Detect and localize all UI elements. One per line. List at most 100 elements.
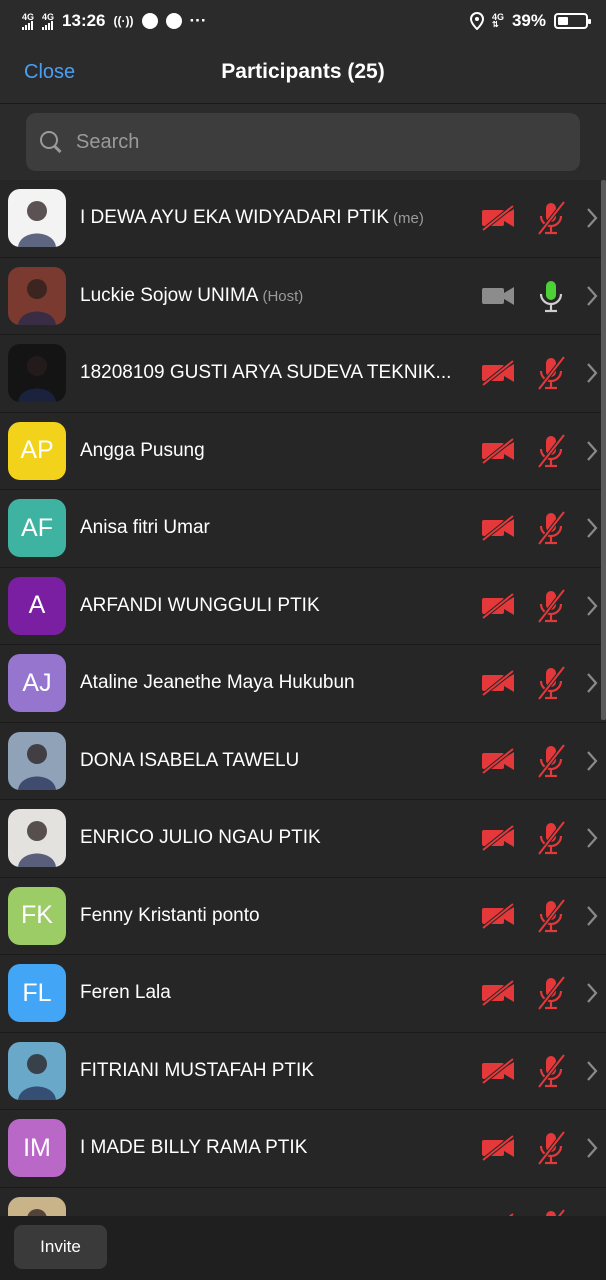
avatar: FL [8,964,66,1023]
chevron-right-icon[interactable] [586,672,598,694]
chevron-right-icon[interactable] [586,750,598,772]
network-type-label: 4G [22,11,35,22]
participant-row[interactable] [0,1188,606,1216]
chevron-right-icon[interactable] [586,440,598,462]
chevron-right-icon[interactable] [586,207,598,229]
mic-muted-icon[interactable] [536,975,566,1011]
video-off-icon[interactable] [480,669,516,697]
page-title: Participants (25) [221,60,385,83]
avatar [8,1196,66,1216]
cellular-signal-icon: 4G [22,11,35,30]
participant-row[interactable]: FITRIANI MUSTAFAH PTIK [0,1033,606,1110]
video-icon[interactable] [480,282,516,310]
network-type-label-2: 4G [42,11,55,22]
participant-name: ENRICO JULIO NGAU PTIK [80,827,321,849]
search-input[interactable] [76,130,536,154]
participant-row[interactable]: FK Fenny Kristanti ponto [0,878,606,955]
participant-name-wrap: Luckie Sojow UNIMA (Host) [80,285,470,307]
participant-name: I DEWA AYU EKA WIDYADARI PTIK [80,207,389,229]
participant-controls [480,1033,598,1110]
mic-muted-icon[interactable] [536,820,566,856]
mic-muted-icon[interactable] [536,665,566,701]
video-off-icon[interactable] [480,437,516,465]
participant-role-tag: (Host) [262,287,304,305]
participant-name-wrap: FITRIANI MUSTAFAH PTIK [80,1060,470,1082]
search-box[interactable] [26,113,580,171]
participant-name-wrap: Feren Lala [80,982,470,1004]
avatar [8,809,66,868]
battery-icon [554,13,591,29]
participant-row[interactable]: Luckie Sojow UNIMA (Host) [0,258,606,335]
avatar-initials: IM [23,1133,51,1162]
video-off-icon[interactable] [480,902,516,930]
participant-row[interactable]: AJ Ataline Jeanethe Maya Hukubun [0,645,606,723]
video-off-icon[interactable] [480,824,516,852]
mic-muted-icon[interactable] [536,1208,566,1216]
clock: 13:26 [62,11,106,30]
video-off-icon[interactable] [480,359,516,387]
video-off-icon[interactable] [480,747,516,775]
scrollbar[interactable] [601,180,606,720]
participant-row[interactable]: ENRICO JULIO NGAU PTIK [0,800,606,878]
mic-muted-icon[interactable] [536,1130,566,1166]
mic-muted-icon[interactable] [536,200,566,236]
mic-active-icon[interactable] [536,278,566,314]
participant-name: ARFANDI WUNGGULI PTIK [80,594,320,616]
participant-row[interactable]: DONA ISABELA TAWELU [0,723,606,800]
participant-row[interactable]: FL Feren Lala [0,955,606,1033]
video-off-icon[interactable] [480,592,516,620]
mic-muted-icon[interactable] [536,355,566,391]
avatar-initials: AP [20,436,54,465]
participant-row[interactable]: 18208109 GUSTI ARYA SUDEVA TEKNIK... [0,335,606,413]
video-off-icon[interactable] [480,204,516,232]
participant-controls [480,955,598,1032]
chevron-right-icon[interactable] [586,982,598,1004]
participant-name-wrap: ENRICO JULIO NGAU PTIK [80,827,470,849]
chevron-right-icon[interactable] [586,1060,598,1082]
mic-muted-icon[interactable] [536,1053,566,1089]
participant-name: FITRIANI MUSTAFAH PTIK [80,1059,314,1081]
mic-muted-icon[interactable] [536,510,566,546]
avatar: A [8,576,66,635]
participant-name-wrap: I MADE BILLY RAMA PTIK [80,1137,470,1159]
mic-muted-icon[interactable] [536,898,566,934]
participant-name: I MADE BILLY RAMA PTIK [80,1137,308,1159]
participant-row[interactable]: A ARFANDI WUNGGULI PTIK [0,568,606,645]
participant-name-wrap: I DEWA AYU EKA WIDYADARI PTIK (me) [80,207,470,229]
participants-header: Close Participants (25) [0,42,606,104]
participant-name: 18208109 GUSTI ARYA SUDEVA TEKNIK... [80,362,452,384]
chevron-right-icon[interactable] [586,827,598,849]
participant-controls [480,1188,598,1216]
participant-row[interactable]: I DEWA AYU EKA WIDYADARI PTIK (me) [0,180,606,258]
participant-name-wrap: Anisa fitri Umar [80,517,470,539]
participant-list[interactable]: I DEWA AYU EKA WIDYADARI PTIK (me) Luckie … [0,180,606,1216]
chevron-right-icon[interactable] [586,595,598,617]
mic-muted-icon[interactable] [536,433,566,469]
mic-muted-icon[interactable] [536,743,566,779]
chevron-right-icon[interactable] [586,285,598,307]
participant-row[interactable]: AF Anisa fitri Umar [0,490,606,568]
chevron-right-icon[interactable] [586,1137,598,1159]
chevron-right-icon[interactable] [586,517,598,539]
participant-name: Anisa fitri Umar [80,517,210,539]
chevron-right-icon[interactable] [586,362,598,384]
participant-controls [480,413,598,490]
participant-row[interactable]: IM I MADE BILLY RAMA PTIK [0,1110,606,1188]
mic-muted-icon[interactable] [536,588,566,624]
video-off-icon[interactable] [480,1057,516,1085]
participant-name: DONA ISABELA TAWELU [80,749,300,771]
video-off-icon[interactable] [480,514,516,542]
participant-name-wrap: DONA ISABELA TAWELU [80,750,470,772]
video-off-icon[interactable] [480,979,516,1007]
invite-button[interactable]: Invite [14,1225,107,1269]
location-icon [469,12,484,30]
chevron-right-icon[interactable] [586,905,598,927]
participant-name-wrap: Ataline Jeanethe Maya Hukubun [80,672,470,694]
participant-row[interactable]: AP Angga Pusung [0,413,606,490]
participant-controls [480,568,598,645]
video-off-icon[interactable] [480,1134,516,1162]
participant-controls [480,800,598,877]
participant-controls [480,1110,598,1187]
avatar [8,266,66,325]
participant-controls [480,335,598,412]
